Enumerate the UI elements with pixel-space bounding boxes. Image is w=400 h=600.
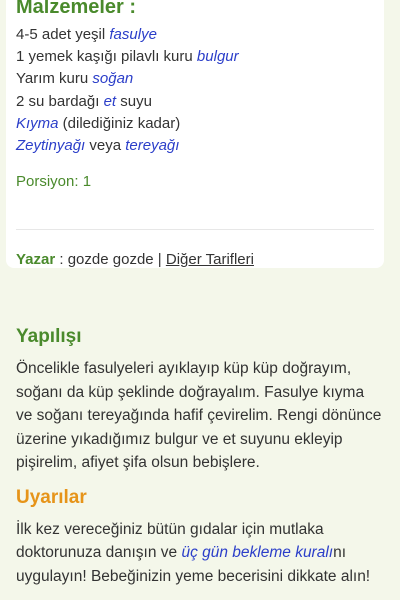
ingredient-item: 2 su bardağı et suyu (16, 91, 374, 113)
ingredients-list: 4-5 adet yeşil fasulye 1 yemek kaşığı pi… (16, 24, 374, 157)
ingredient-text: 2 su bardağı (16, 92, 104, 110)
ingredient-link[interactable]: Zeytinyağı (16, 137, 85, 154)
author-pipe: | (153, 251, 166, 269)
ingredient-link[interactable]: tereyağı (125, 137, 179, 154)
ingredient-item: 4-5 adet yeşil fasulye (16, 24, 374, 46)
other-recipes-link[interactable]: Diğer Tarifleri (166, 251, 254, 268)
ingredient-link[interactable]: soğan (92, 70, 133, 87)
three-day-rule-link[interactable]: üç gün bekleme kuralı (181, 544, 333, 561)
warnings-title: Uyarılar (16, 486, 87, 508)
ingredient-link[interactable]: bulgur (197, 48, 239, 65)
ingredient-text: (dilediğiniz kadar) (58, 114, 181, 132)
author-separator: : (55, 251, 68, 269)
ingredient-text: Yarım kuru (16, 70, 93, 88)
ingredient-text: 4-5 adet yeşil (16, 26, 110, 43)
preparation-section: Yapılışı Öncelikle fasulyeleri ayıklayıp… (0, 326, 400, 475)
author-line: Yazar : gozde gozde | Diğer Tarifleri (16, 251, 374, 268)
warnings-section: Uyarılar İlk kez vereceğiniz bütün gıdal… (0, 487, 400, 589)
ingredient-link[interactable]: fasulye (109, 26, 157, 43)
ingredient-link[interactable]: Kıyma (16, 115, 59, 132)
author-label: Yazar (16, 251, 56, 269)
ingredient-link[interactable]: et (104, 93, 117, 110)
ingredients-title: Malzemeler : (16, 0, 137, 18)
divider (16, 229, 374, 231)
ingredient-text: suyu (116, 92, 152, 110)
ingredient-item: 1 yemek kaşığı pilavlı kuru bulgur (16, 46, 374, 68)
preparation-text: Öncelikle fasulyeleri ayıklayıp küp küp … (16, 360, 382, 471)
preparation-title: Yapılışı (16, 326, 82, 347)
ingredient-text: 1 yemek kaşığı pilavlı kuru (16, 48, 197, 66)
ingredient-text: veya (85, 137, 126, 155)
author-name: gozde gozde (67, 251, 154, 269)
ingredient-item: Yarım kuru soğan (16, 68, 374, 90)
ingredient-item: Kıyma (dilediğiniz kadar) (16, 113, 374, 135)
portion-text: Porsiyon: 1 (16, 173, 92, 191)
warnings-text: İlk kez vereceğiniz bütün gıdalar için m… (16, 518, 384, 589)
ingredients-card: Malzemeler : 4-5 adet yeşil fasulye 1 ye… (6, 0, 384, 268)
ingredient-item: Zeytinyağı veya tereyağı (16, 135, 374, 157)
